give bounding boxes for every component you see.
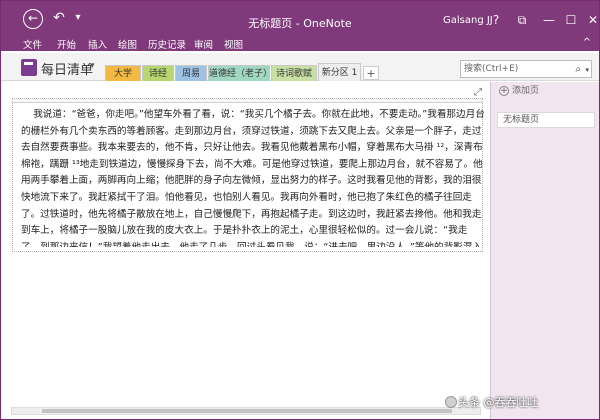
onenote-window: ← ↶ ▾ 无标题页 - OneNote Galsang JJ ? ⧉ — ☐ … (0, 0, 600, 420)
search-scope-dropdown-icon[interactable]: ▾ (585, 62, 589, 78)
expand-icon[interactable]: ⤢ (474, 87, 482, 98)
ribbon-tabs: 文件 开始 插入 绘图 历史记录 审阅 视图 ^ (1, 35, 599, 53)
menu-home[interactable]: 开始 (57, 37, 76, 51)
close-icon[interactable]: ✕ (584, 13, 600, 27)
user-name[interactable]: Galsang JJ (443, 15, 493, 26)
menu-file[interactable]: 文件 (23, 37, 42, 51)
add-page-button[interactable]: + 添加页 (499, 82, 600, 100)
pages-panel: + 添加页 无标题页 (490, 82, 599, 419)
add-section-button[interactable]: + (363, 66, 379, 80)
note-container-handle[interactable] (13, 99, 482, 103)
help-icon[interactable]: ? (487, 13, 505, 27)
section-tab-zhouyi[interactable]: 周易 (175, 65, 207, 81)
menu-insert[interactable]: 插入 (88, 37, 107, 51)
section-tab-shicigefu[interactable]: 诗词歌赋 (271, 65, 317, 81)
plus-icon: + (499, 86, 509, 96)
notebook-icon[interactable] (21, 59, 37, 76)
page-canvas[interactable]: ⤢ 我说道：“爸爸，你走吧。”他望车外看了看，说：“我买几个橘子去。你就在此地，… (1, 82, 489, 419)
note-text[interactable]: 我说道：“爸爸，你走吧。”他望车外看了看，说：“我买几个橘子去。你就在此地，不要… (21, 107, 486, 247)
notebook-name[interactable]: 每日清单 (41, 59, 93, 78)
menu-draw[interactable]: 绘图 (118, 37, 137, 51)
notebook-bar: 每日清单 ▾ 大学 诗经 周易 道德经（老子） 诗词歌赋 新分区 1 + 搜索(… (1, 53, 599, 81)
chevron-down-icon[interactable]: ▾ (90, 61, 95, 71)
section-tab-shijing[interactable]: 诗经 (142, 65, 174, 81)
search-placeholder: 搜索(Ctrl+E) (464, 64, 519, 74)
menu-view[interactable]: 视图 (224, 37, 243, 51)
watermark: 头条 @吞吞吐吐 (458, 396, 539, 409)
scrollbar-thumb[interactable] (42, 409, 452, 413)
title-bar: ← ↶ ▾ 无标题页 - OneNote Galsang JJ ? ⧉ — ☐ … (1, 1, 599, 51)
ribbon-display-icon[interactable]: ⧉ (513, 13, 531, 28)
menu-review[interactable]: 审阅 (194, 37, 213, 51)
search-icon[interactable]: ⌕ (575, 62, 581, 78)
section-tab-daxue[interactable]: 大学 (105, 65, 141, 81)
minimize-icon[interactable]: — (540, 13, 558, 27)
section-tab-new[interactable]: 新分区 1 (318, 63, 361, 81)
ribbon-collapse-icon[interactable]: ^ (583, 37, 591, 48)
menu-history[interactable]: 历史记录 (148, 37, 186, 51)
note-container[interactable]: 我说道：“爸爸，你走吧。”他望车外看了看，说：“我买几个橘子去。你就在此地，不要… (12, 98, 486, 252)
horizontal-scrollbar[interactable] (11, 407, 481, 415)
search-input[interactable]: 搜索(Ctrl+E) ⌕ ▾ (460, 60, 592, 78)
page-item[interactable]: 无标题页 (497, 112, 595, 128)
maximize-icon[interactable]: ☐ (562, 13, 580, 27)
add-page-label: 添加页 (512, 86, 540, 96)
watermark-logo-icon (445, 396, 457, 408)
section-tab-daodejing[interactable]: 道德经（老子） (208, 65, 272, 81)
window-title: 无标题页 - OneNote (248, 17, 352, 30)
